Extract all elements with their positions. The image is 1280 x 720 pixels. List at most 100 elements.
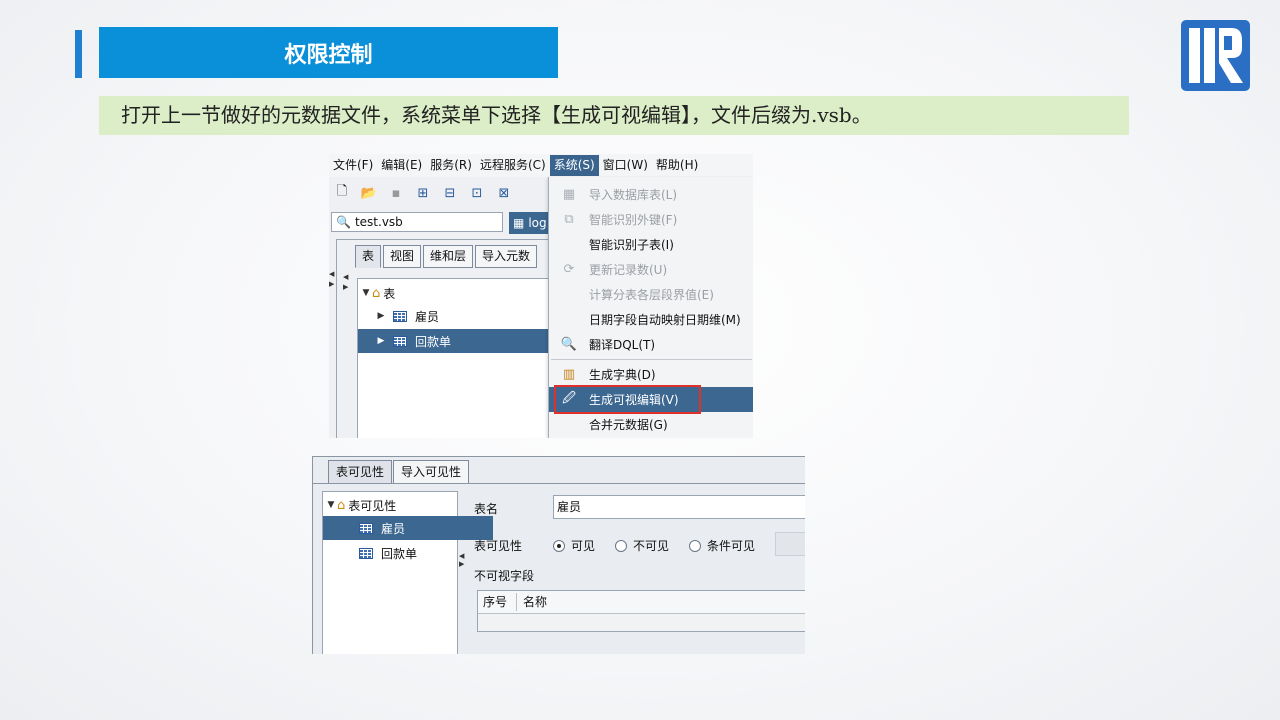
tree-item-employee[interactable]: ▶ 雇员 bbox=[358, 304, 569, 328]
tree-item-payment[interactable]: 回款单 bbox=[323, 541, 493, 565]
highlight-box bbox=[554, 385, 701, 414]
radio-label: 可见 bbox=[571, 539, 596, 553]
radio-label: 条件可见 bbox=[707, 539, 756, 553]
tree-root[interactable]: ▼ ⌂ 表可见性 bbox=[323, 493, 459, 517]
table-name-label: 表名 bbox=[474, 502, 499, 516]
menu-item-label: 合并元数据(G) bbox=[589, 418, 668, 432]
menu-item-merge-metadata[interactable]: 合并元数据(G) bbox=[549, 412, 753, 437]
menu-item-label: 生成字典(D) bbox=[589, 368, 656, 382]
menu-item-import-db-table[interactable]: ▦ 导入数据库表(L) bbox=[549, 182, 753, 207]
table-icon bbox=[393, 335, 407, 347]
table-tree: ▼ ⌂ 表 ▶ 雇员 ▶ 回款单 bbox=[357, 278, 569, 438]
menu-system[interactable]: 系统(S) bbox=[549, 155, 599, 176]
menu-edit[interactable]: 编辑(E) bbox=[377, 155, 426, 176]
expanded-arrow-icon[interactable]: ▼ bbox=[360, 288, 372, 298]
tree-root-label: 表 bbox=[383, 286, 396, 301]
tab-view[interactable]: 视图 bbox=[383, 245, 422, 268]
translate-icon: 🔍 bbox=[560, 337, 578, 352]
add-table-icon[interactable]: ⊞ bbox=[414, 184, 432, 202]
menu-item-label: 更新记录数(U) bbox=[589, 263, 668, 277]
menu-window[interactable]: 窗口(W) bbox=[599, 155, 652, 176]
tab-table[interactable]: 表 bbox=[355, 245, 382, 268]
menu-item-label: 翻译DQL(T) bbox=[589, 338, 656, 352]
column-header-name[interactable]: 名称 bbox=[518, 591, 547, 613]
tree-item-label: 回款单 bbox=[415, 334, 452, 349]
menu-remote-service[interactable]: 远程服务(C) bbox=[476, 155, 550, 176]
collapse-handle[interactable]: ◀ ▶ bbox=[329, 269, 335, 299]
foreign-key-icon: ⧉ bbox=[564, 212, 574, 227]
metadata-tabs: 表 视图 维和层 导入元数 bbox=[355, 245, 538, 268]
table-header: 序号 名称 bbox=[478, 591, 805, 614]
file-tab-label: test.vsb bbox=[354, 215, 403, 229]
document-search-icon: 🔍 bbox=[336, 215, 351, 229]
menu-separator bbox=[551, 359, 752, 360]
collapse-handle[interactable]: ◀ ▶ bbox=[459, 552, 464, 568]
tree-item-payment[interactable]: ▶ 回款单 bbox=[358, 329, 569, 353]
collapsed-arrow-icon[interactable]: ▶ bbox=[375, 336, 387, 346]
radio-label: 不可见 bbox=[633, 539, 670, 553]
system-dropdown-menu: ▦ 导入数据库表(L) ⧉ 智能识别外键(F) 智能识别子表(I) ⟳ 更新记录… bbox=[548, 177, 753, 438]
menu-item-label: 智能识别外键(F) bbox=[589, 213, 678, 227]
visibility-tabs: 表可见性 导入可见性 bbox=[328, 460, 470, 484]
radio-invisible-button[interactable] bbox=[615, 539, 627, 552]
menu-item-label: 智能识别子表(I) bbox=[589, 238, 674, 252]
visibility-editor-screenshot: 表可见性 导入可见性 ▼ ⌂ 表可见性 雇员 回款单 ◀ ▶ 表名 雇员 表可见性… bbox=[312, 456, 805, 654]
tab-import-visibility[interactable]: 导入可见性 bbox=[393, 460, 470, 484]
menu-item-label: 导入数据库表(L) bbox=[589, 188, 678, 202]
menu-item-detect-subtable[interactable]: 智能识别子表(I) bbox=[549, 232, 753, 257]
tree-item-label: 雇员 bbox=[415, 309, 440, 324]
refresh-icon: ⟳ bbox=[563, 262, 575, 277]
add-dimension-icon[interactable]: ⊠ bbox=[495, 184, 513, 202]
table-icon: ▦ bbox=[513, 216, 525, 230]
radio-invisible[interactable]: 不可见 bbox=[615, 537, 669, 554]
menu-item-label: 计算分表各层段界值(E) bbox=[589, 288, 714, 302]
radio-visible[interactable]: 可见 bbox=[553, 537, 595, 554]
table-icon bbox=[359, 547, 373, 559]
menu-item-update-records[interactable]: ⟳ 更新记录数(U) bbox=[549, 257, 753, 282]
tree-item-label: 回款单 bbox=[381, 546, 418, 561]
page-title-text: 权限控制 bbox=[284, 42, 373, 68]
file-tab-test-vsb[interactable]: 🔍 test.vsb bbox=[331, 212, 503, 232]
menu-help[interactable]: 帮助(H) bbox=[652, 155, 702, 176]
title-accent-bar bbox=[75, 30, 82, 78]
menu-file[interactable]: 文件(F) bbox=[329, 155, 377, 176]
menu-item-generate-dictionary[interactable]: ▥ 生成字典(D) bbox=[549, 362, 753, 387]
table-name-field[interactable]: 雇员 bbox=[553, 495, 805, 519]
tree-item-employee[interactable]: 雇员 bbox=[323, 516, 493, 540]
menu-item-map-date-dimension[interactable]: 日期字段自动映射日期维(M) bbox=[549, 307, 753, 332]
radio-visible-button[interactable] bbox=[553, 539, 565, 552]
tree-root-label: 表可见性 bbox=[348, 498, 397, 513]
collapsed-arrow-icon[interactable]: ▶ bbox=[375, 311, 387, 321]
add-sql-icon[interactable]: ⊟ bbox=[441, 184, 459, 202]
tab-import-metadata[interactable]: 导入元数 bbox=[475, 245, 538, 268]
home-icon: ⌂ bbox=[337, 497, 346, 513]
menu-item-compute-boundaries[interactable]: 计算分表各层段界值(E) bbox=[549, 282, 753, 307]
column-header-index[interactable]: 序号 bbox=[478, 591, 507, 613]
menu-item-translate-dql[interactable]: 🔍 翻译DQL(T) bbox=[549, 332, 753, 357]
radio-conditional[interactable]: 条件可见 bbox=[689, 537, 755, 554]
menu-service[interactable]: 服务(R) bbox=[426, 155, 476, 176]
invisible-fields-table: 序号 名称 bbox=[477, 590, 805, 632]
toolbar: 🗋 📂 ▪ ⊞ ⊟ ⊡ ⊠ bbox=[329, 179, 553, 207]
table-icon bbox=[393, 310, 407, 322]
add-view-icon[interactable]: ⊡ bbox=[468, 184, 486, 202]
condition-field[interactable] bbox=[775, 532, 805, 556]
new-file-icon[interactable]: 🗋 bbox=[333, 184, 351, 202]
save-icon[interactable]: ▪ bbox=[387, 184, 405, 202]
table-visibility-label: 表可见性 bbox=[474, 539, 523, 553]
dictionary-icon: ▥ bbox=[562, 367, 576, 382]
tab-dimension-layer[interactable]: 维和层 bbox=[423, 245, 474, 268]
tab-table-visibility[interactable]: 表可见性 bbox=[328, 460, 393, 484]
home-icon: ⌂ bbox=[372, 285, 381, 301]
radio-conditional-button[interactable] bbox=[689, 539, 701, 552]
column-divider bbox=[516, 593, 517, 611]
page-title: 权限控制 bbox=[99, 27, 558, 78]
expanded-arrow-icon[interactable]: ▼ bbox=[325, 500, 337, 510]
open-folder-icon[interactable]: 📂 bbox=[360, 184, 378, 202]
inner-collapse-handle[interactable]: ◀ ▶ bbox=[343, 272, 349, 302]
tree-root[interactable]: ▼ ⌂ 表 bbox=[358, 281, 554, 305]
file-tab-log[interactable]: ▦ log bbox=[509, 212, 549, 234]
menu-item-detect-foreign-key[interactable]: ⧉ 智能识别外键(F) bbox=[549, 207, 753, 232]
r-logo-icon bbox=[1180, 19, 1251, 92]
tree-item-label: 雇员 bbox=[381, 521, 406, 536]
